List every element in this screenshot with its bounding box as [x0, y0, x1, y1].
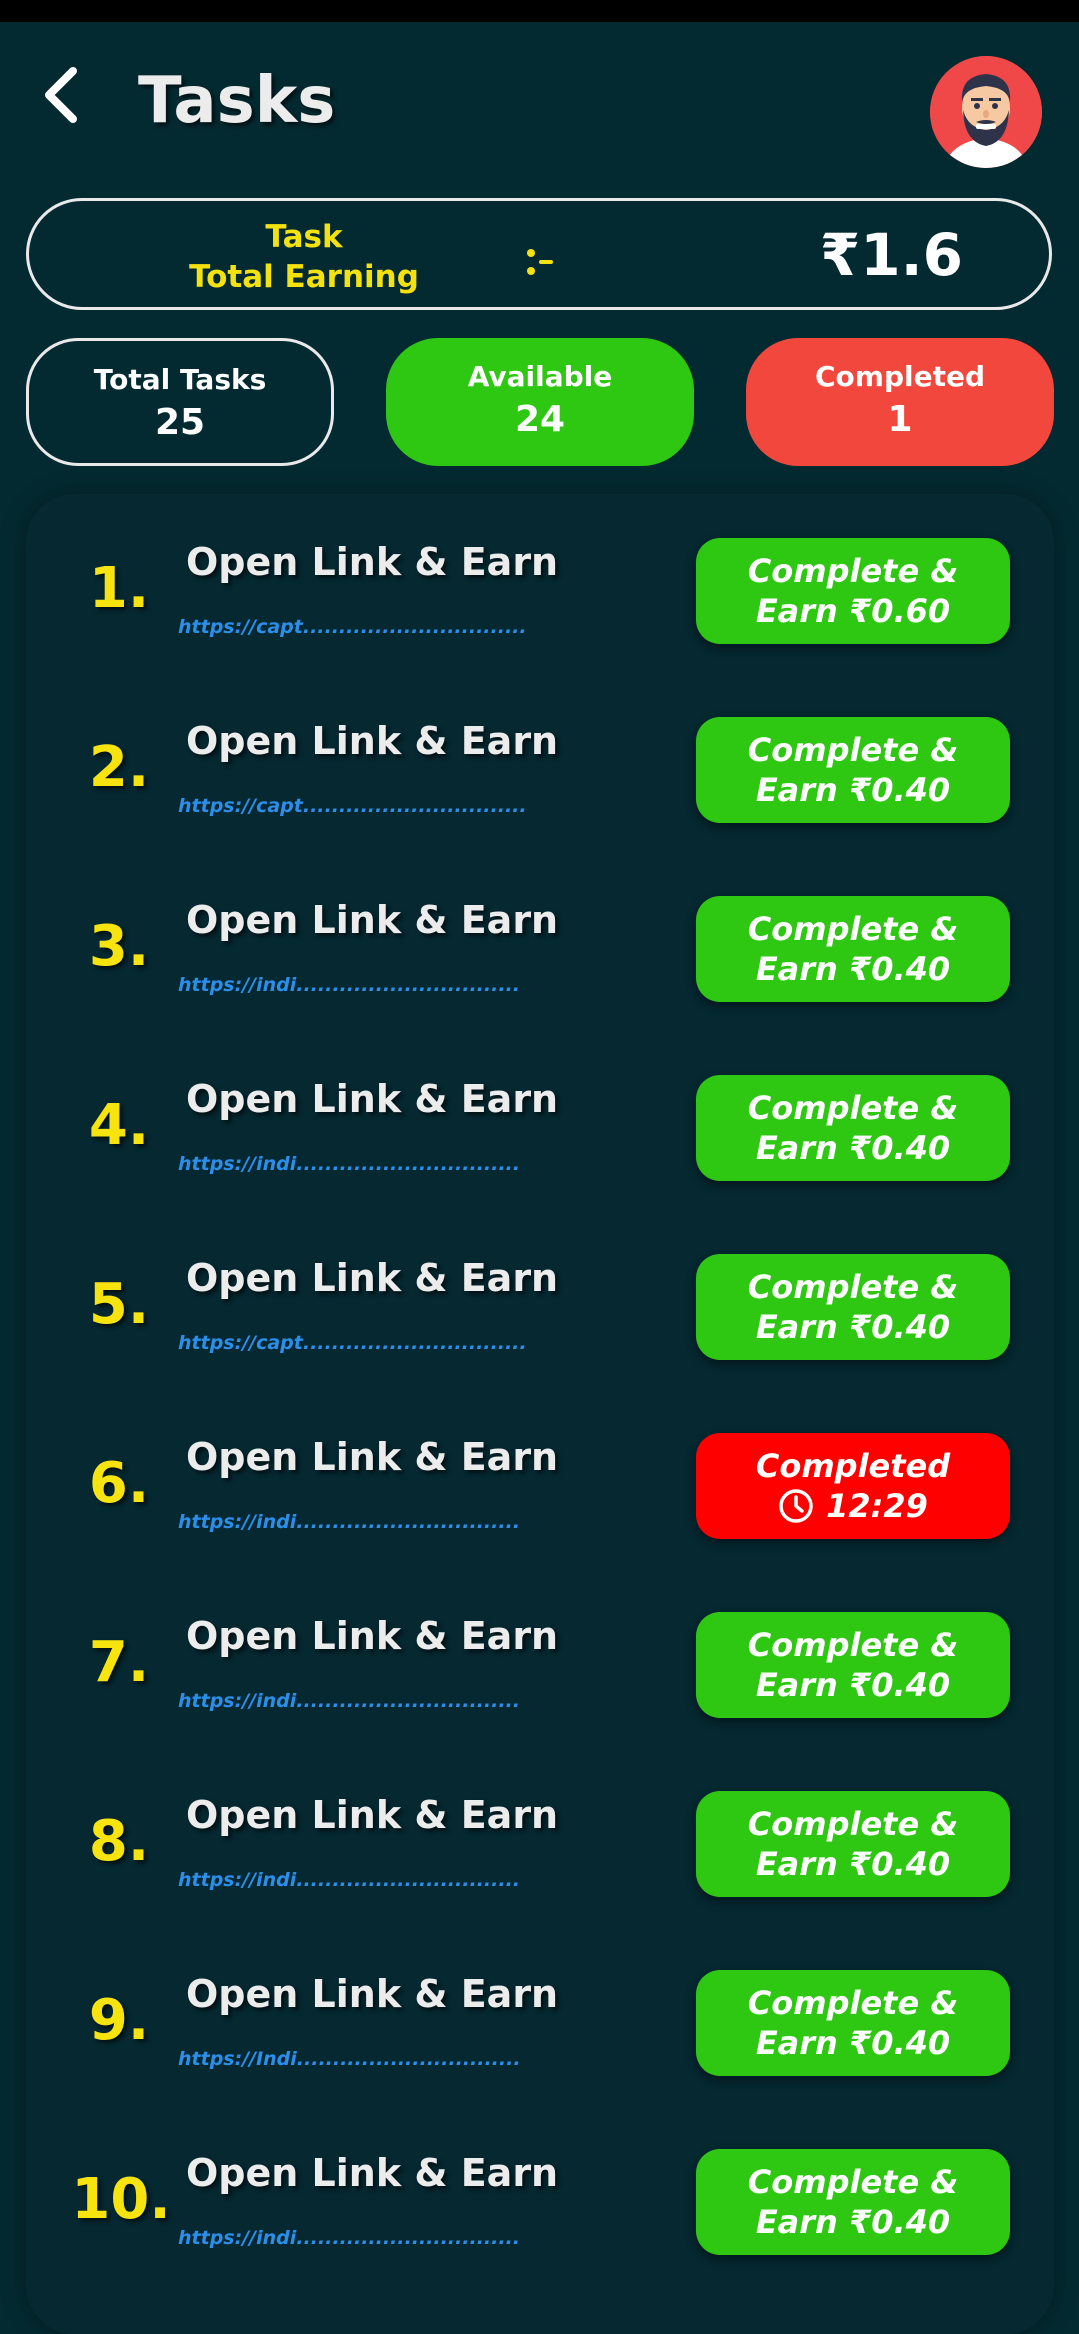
button-label-line2: Earn ₹0.40: [755, 950, 951, 988]
complete-earn-button[interactable]: Complete & Earn ₹0.40: [696, 1612, 1010, 1718]
button-label-line2: Earn ₹0.40: [755, 771, 951, 809]
back-button[interactable]: [36, 60, 86, 130]
button-label-line1: Complete &: [747, 1984, 959, 2022]
complete-earn-button[interactable]: Complete & Earn ₹0.60: [696, 538, 1010, 644]
task-item: 7. Open Link & Earn https://indi........…: [26, 1612, 1054, 1722]
total-earning-label-line1: Task: [265, 219, 343, 255]
avatar[interactable]: [930, 56, 1042, 168]
task-number: 2.: [88, 735, 150, 800]
total-tasks-value: 25: [154, 402, 206, 443]
button-label-line1: Complete &: [747, 1089, 959, 1127]
button-label-line2: Earn ₹0.40: [755, 2203, 951, 2241]
button-label-line1: Complete &: [747, 910, 959, 948]
button-label-line2: Earn ₹0.40: [755, 1129, 951, 1167]
available-tasks-stat[interactable]: Available 24: [386, 338, 694, 466]
button-label-line1: Complete &: [747, 731, 959, 769]
button-label-line2: Earn ₹0.40: [755, 1308, 951, 1346]
complete-earn-button[interactable]: Complete & Earn ₹0.40: [696, 2149, 1010, 2255]
available-tasks-value: 24: [514, 399, 566, 440]
task-number: 9.: [88, 1988, 150, 2053]
task-link[interactable]: https://indi............................…: [178, 1690, 520, 1712]
completed-timer-button[interactable]: Completed 12:29: [696, 1433, 1010, 1539]
countdown-timer: 12:29: [696, 1486, 1010, 1526]
task-number: 4.: [88, 1093, 150, 1158]
page-title: Tasks: [138, 64, 336, 138]
completed-tasks-label: Completed: [814, 360, 985, 393]
task-number: 1.: [88, 556, 150, 621]
task-item: 9. Open Link & Earn https://Indi........…: [26, 1970, 1054, 2080]
button-label-line1: Complete &: [747, 1268, 959, 1306]
task-item: 1. Open Link & Earn https://capt........…: [26, 538, 1054, 648]
complete-earn-button[interactable]: Complete & Earn ₹0.40: [696, 717, 1010, 823]
user-avatar-icon: [930, 56, 1042, 168]
task-title: Open Link & Earn: [186, 540, 559, 584]
button-label-line1: Complete &: [747, 1805, 959, 1843]
task-item: 4. Open Link & Earn https://indi........…: [26, 1075, 1054, 1185]
total-tasks-stat: Total Tasks 25: [26, 338, 334, 466]
total-earning-value: ₹1.6: [819, 221, 963, 289]
timer-value: 12:29: [826, 1487, 928, 1525]
task-title: Open Link & Earn: [186, 1972, 559, 2016]
task-link[interactable]: https://indi............................…: [178, 974, 520, 996]
clock-icon: [779, 1489, 813, 1523]
task-item: 10. Open Link & Earn https://indi.......…: [26, 2149, 1054, 2259]
task-item: 8. Open Link & Earn https://indi........…: [26, 1791, 1054, 1901]
task-number: 6.: [88, 1451, 150, 1516]
button-label-line1: Complete &: [747, 2163, 959, 2201]
task-link[interactable]: https://capt............................…: [178, 795, 527, 817]
task-link[interactable]: https://capt............................…: [178, 616, 527, 638]
header: Tasks: [0, 22, 1079, 172]
task-title: Open Link & Earn: [186, 898, 559, 942]
total-earning-label-line2: Total Earning: [189, 259, 419, 295]
button-label-line1: Complete &: [747, 552, 959, 590]
colon-separator-icon: [527, 249, 553, 275]
total-tasks-label: Total Tasks: [93, 363, 267, 396]
complete-earn-button[interactable]: Complete & Earn ₹0.40: [696, 1254, 1010, 1360]
complete-earn-button[interactable]: Complete & Earn ₹0.40: [696, 1970, 1010, 2076]
chevron-left-icon: [45, 67, 77, 123]
task-number: 10.: [71, 2167, 171, 2232]
button-label-line2: Earn ₹0.40: [755, 2024, 951, 2062]
button-label-line2: Earn ₹0.40: [755, 1845, 951, 1883]
task-link[interactable]: https://indi............................…: [178, 2227, 520, 2249]
completed-tasks-stat[interactable]: Completed 1: [746, 338, 1054, 466]
task-link[interactable]: https://capt............................…: [178, 1332, 527, 1354]
task-title: Open Link & Earn: [186, 2151, 559, 2195]
task-link[interactable]: https://indi............................…: [178, 1511, 520, 1533]
total-earning-label: Task Total Earning: [139, 217, 469, 297]
complete-earn-button[interactable]: Complete & Earn ₹0.40: [696, 896, 1010, 1002]
task-number: 7.: [88, 1630, 150, 1695]
task-title: Open Link & Earn: [186, 1614, 559, 1658]
task-title: Open Link & Earn: [186, 1435, 559, 1479]
task-link[interactable]: https://indi............................…: [178, 1869, 520, 1891]
available-tasks-label: Available: [467, 360, 613, 393]
task-link[interactable]: https://Indi............................…: [178, 2048, 521, 2070]
complete-earn-button[interactable]: Complete & Earn ₹0.40: [696, 1075, 1010, 1181]
task-item: 5. Open Link & Earn https://capt........…: [26, 1254, 1054, 1364]
complete-earn-button[interactable]: Complete & Earn ₹0.40: [696, 1791, 1010, 1897]
task-link[interactable]: https://indi............................…: [178, 1153, 520, 1175]
task-number: 5.: [88, 1272, 150, 1337]
task-title: Open Link & Earn: [186, 1256, 559, 1300]
button-label-line1: Complete &: [747, 1626, 959, 1664]
button-label-line1: Completed: [755, 1447, 951, 1485]
button-label-line2: Earn ₹0.60: [755, 592, 951, 630]
completed-tasks-value: 1: [887, 399, 913, 440]
button-label-line2: Earn ₹0.40: [755, 1666, 951, 1704]
status-bar: [0, 0, 1079, 22]
task-number: 3.: [88, 914, 150, 979]
task-item: 6. Open Link & Earn https://indi........…: [26, 1433, 1054, 1543]
task-item: 2. Open Link & Earn https://capt........…: [26, 717, 1054, 827]
task-title: Open Link & Earn: [186, 1793, 559, 1837]
task-number: 8.: [88, 1809, 150, 1874]
task-item: 3. Open Link & Earn https://indi........…: [26, 896, 1054, 1006]
task-title: Open Link & Earn: [186, 719, 559, 763]
task-title: Open Link & Earn: [186, 1077, 559, 1121]
